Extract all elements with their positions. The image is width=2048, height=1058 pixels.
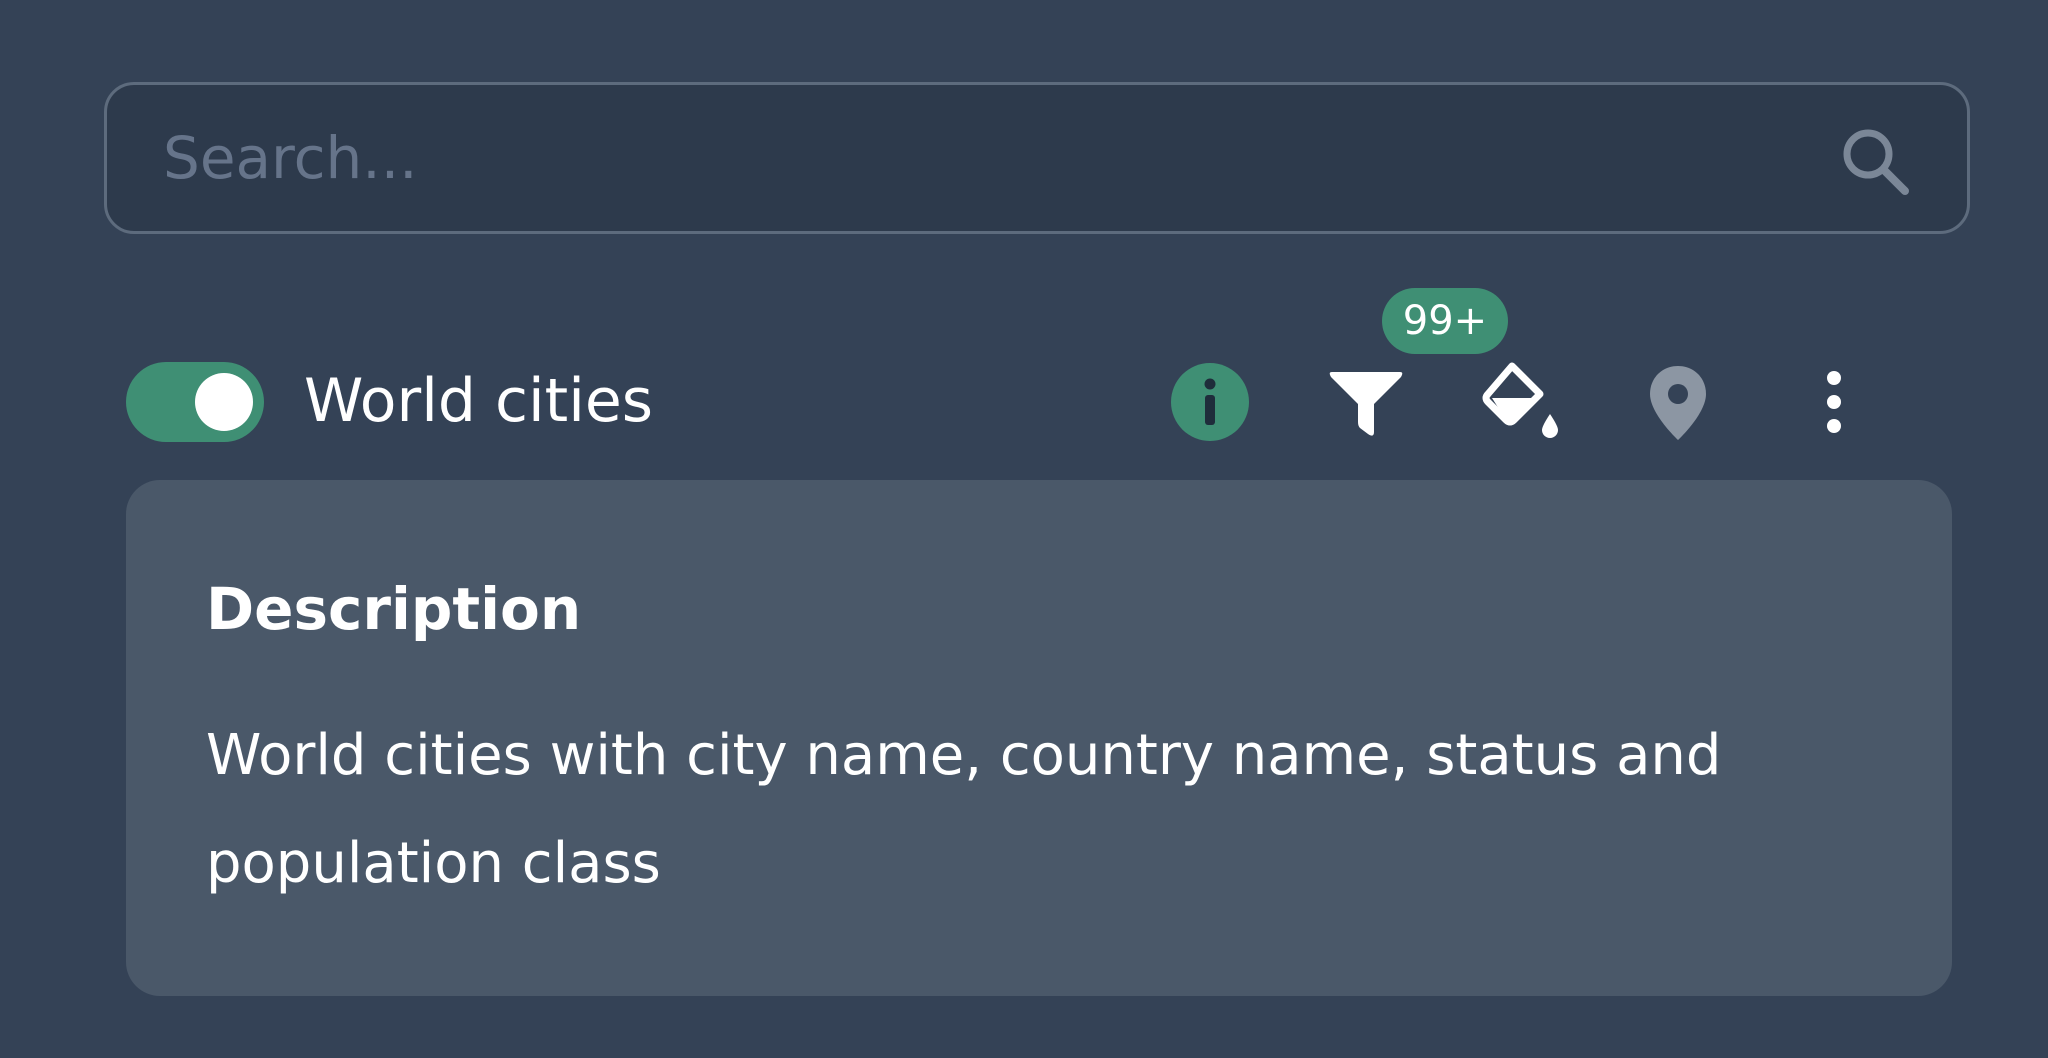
more-vertical-icon[interactable]: [1792, 360, 1876, 444]
layer-row: World cities 99+: [126, 288, 1926, 456]
toggle-knob: [195, 373, 253, 431]
description-text: World cities with city name, country nam…: [206, 723, 1722, 896]
map-pin-icon[interactable]: [1636, 360, 1720, 444]
layer-panel: World cities 99+: [0, 0, 2048, 1058]
paint-bucket-icon[interactable]: [1480, 360, 1564, 444]
info-icon[interactable]: [1168, 360, 1252, 444]
search-input[interactable]: [163, 85, 1813, 231]
layer-visibility-toggle[interactable]: [126, 362, 264, 442]
layer-title: World cities: [304, 366, 654, 436]
description-heading: Description: [206, 575, 582, 643]
description-card: Description World cities with city name,…: [126, 480, 1952, 996]
search-icon[interactable]: [1835, 121, 1915, 201]
filter-count-badge: 99+: [1382, 288, 1508, 354]
filter-icon[interactable]: [1324, 360, 1408, 444]
search-box: [104, 82, 1970, 234]
